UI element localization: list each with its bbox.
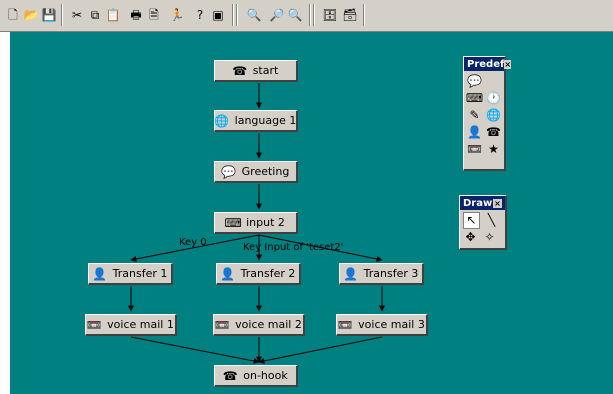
open-folder-icon[interactable]: 📂 xyxy=(22,6,40,24)
edge-label-key0: Key 0 xyxy=(179,237,207,248)
save-icon[interactable]: 💾 xyxy=(40,6,58,24)
export-icon[interactable]: 🗃 xyxy=(341,6,359,24)
close-icon[interactable]: × xyxy=(493,198,502,208)
shape-tool-icon[interactable]: ✧ xyxy=(482,230,497,245)
predef-palette-tools: 💬 ⌨ 🕐 ✎ 🌐 👤 ☎ 📼 ★ xyxy=(464,71,504,160)
voice-mail-icon: 📼 xyxy=(337,317,353,332)
draw-palette-tools: ↖ ╲ ✥ ✧ xyxy=(460,210,505,248)
draw-palette-title: Draw xyxy=(463,197,493,209)
node-voice-mail-3[interactable]: 📼 voice mail 3 xyxy=(336,314,428,336)
properties-icon[interactable]: ▣ xyxy=(209,6,227,24)
node-voice-mail-1[interactable]: 📼 voice mail 1 xyxy=(85,314,177,336)
node-label: Transfer 3 xyxy=(363,267,419,280)
voice-mail-icon: 📼 xyxy=(86,317,102,332)
paste-icon[interactable]: 📋 xyxy=(104,6,122,24)
phone-tool-icon[interactable]: ☎ xyxy=(486,125,501,140)
telephone-icon: ☎ xyxy=(222,368,238,383)
transfer-icon: 👤 xyxy=(220,266,236,281)
edge-voicemail1-onhook xyxy=(130,336,260,364)
node-label: on-hook xyxy=(243,369,288,382)
print-preview-icon[interactable]: 🗎 xyxy=(145,6,163,24)
run-icon[interactable]: 🏃 xyxy=(168,6,186,24)
predef-palette[interactable]: Predef × 💬 ⌨ 🕐 ✎ 🌐 👤 ☎ 📼 ★ xyxy=(463,56,512,171)
node-language-1[interactable]: 🌐 language 1 xyxy=(214,110,298,132)
toolbar-separator xyxy=(309,4,311,26)
flow-canvas[interactable]: Key 0 Key Input of 'teset2' ☎ start 🌐 la… xyxy=(10,32,613,394)
database-icon[interactable]: 🗄 xyxy=(321,6,339,24)
toolbar-separator xyxy=(236,4,238,26)
toolbar-separator xyxy=(313,4,315,26)
node-label: Transfer 2 xyxy=(240,267,296,280)
input-tool-icon[interactable]: ⌨ xyxy=(466,91,483,106)
help-icon[interactable]: ? xyxy=(191,6,209,24)
toolbar-separator xyxy=(61,4,63,26)
draw-palette[interactable]: Draw × ↖ ╲ ✥ ✧ xyxy=(459,195,507,250)
node-transfer-3[interactable]: 👤 Transfer 3 xyxy=(339,263,424,285)
globe-icon: 🌐 xyxy=(214,113,230,128)
script-tool-icon[interactable]: ✎ xyxy=(467,108,482,123)
node-input-2[interactable]: ⌨ input 2 xyxy=(214,212,298,234)
toolbar-separator xyxy=(363,4,365,26)
move-tool-icon[interactable]: ✥ xyxy=(463,230,478,245)
node-voice-mail-2[interactable]: 📼 voice mail 2 xyxy=(213,314,305,336)
toolbar: 🗋 📂 💾 ✂ ⧉ 📋 🖶 🗎 🏃 ? ▣ 🔍 🔎 🔍 🗄 🗃 xyxy=(0,0,613,32)
star-tool-icon[interactable]: ★ xyxy=(486,142,501,157)
phone-icon: ☎ xyxy=(232,63,248,78)
predef-palette-title: Predef xyxy=(467,58,505,70)
clock-tool-icon[interactable]: 🕐 xyxy=(486,91,501,106)
node-transfer-1[interactable]: 👤 Transfer 1 xyxy=(88,263,173,285)
print-icon[interactable]: 🖶 xyxy=(127,6,145,24)
zoom-in-icon[interactable]: 🔎 xyxy=(268,6,286,24)
node-greeting[interactable]: 💬 Greeting xyxy=(214,161,298,183)
transfer-icon: 👤 xyxy=(92,266,108,281)
voice-mail-tool-icon[interactable]: 📼 xyxy=(467,142,482,157)
node-label: voice mail 3 xyxy=(358,318,425,331)
find-icon[interactable]: 🔍 xyxy=(245,6,263,24)
node-label: Transfer 1 xyxy=(112,267,168,280)
language-tool-icon[interactable]: 🌐 xyxy=(486,108,501,123)
flow-connectors xyxy=(128,83,385,364)
predef-palette-titlebar[interactable]: Predef × xyxy=(464,57,512,71)
transfer-tool-icon[interactable]: 👤 xyxy=(467,125,482,140)
zoom-out-icon[interactable]: 🔍 xyxy=(286,6,304,24)
line-tool-icon[interactable]: ╲ xyxy=(484,213,499,228)
copy-icon[interactable]: ⧉ xyxy=(86,6,104,24)
draw-palette-titlebar[interactable]: Draw × xyxy=(460,196,505,210)
edge-voicemail3-onhook xyxy=(258,336,383,364)
node-label: voice mail 1 xyxy=(107,318,174,331)
cut-icon[interactable]: ✂ xyxy=(68,6,86,24)
node-label: Greeting xyxy=(241,165,290,178)
node-label: start xyxy=(252,64,279,77)
voice-mail-icon: 📼 xyxy=(214,317,230,332)
close-icon[interactable]: × xyxy=(504,59,512,69)
node-transfer-2[interactable]: 👤 Transfer 2 xyxy=(216,263,301,285)
new-file-icon[interactable]: 🗋 xyxy=(4,6,22,24)
flow-editor-window: 🗋 📂 💾 ✂ ⧉ 📋 🖶 🗎 🏃 ? ▣ 🔍 🔎 🔍 🗄 🗃 Key 0 Ke… xyxy=(0,0,613,394)
node-start[interactable]: ☎ start xyxy=(214,60,298,82)
toolbar-separator xyxy=(232,4,234,26)
edge-label-key-input: Key Input of 'teset2' xyxy=(243,242,344,253)
greeting-icon: 💬 xyxy=(221,164,237,179)
node-label: input 2 xyxy=(246,216,285,229)
greeting-tool-icon[interactable]: 💬 xyxy=(467,74,482,89)
pointer-tool-icon[interactable]: ↖ xyxy=(463,212,480,229)
keypad-icon: ⌨ xyxy=(224,215,242,230)
transfer-icon: 👤 xyxy=(343,266,359,281)
node-label: voice mail 2 xyxy=(235,318,302,331)
node-label: language 1 xyxy=(234,114,297,127)
node-on-hook[interactable]: ☎ on-hook xyxy=(214,365,298,387)
